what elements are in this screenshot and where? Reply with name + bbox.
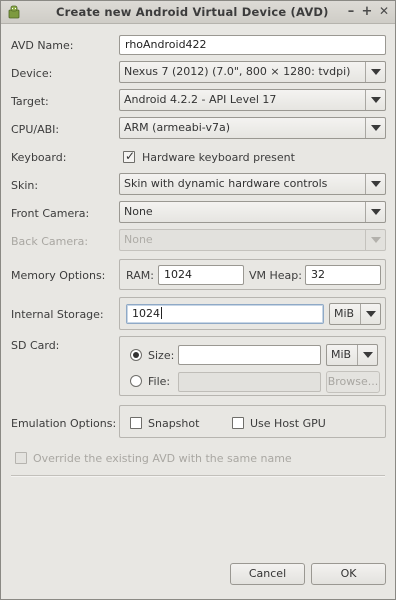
close-button[interactable]: ✕ [376,3,392,20]
avd-name-input[interactable]: rhoAndroid422 [119,35,386,55]
hardware-keyboard-checkbox[interactable]: ✓ [123,149,136,163]
device-dropdown-button[interactable] [365,62,385,82]
sd-size-unit-dropdown[interactable] [357,345,377,365]
separator [11,475,385,477]
memory-options-label: Memory Options: [11,269,106,282]
snapshot-checkbox[interactable] [130,417,142,429]
device-select[interactable]: Nexus 7 (2012) (7.0", 800 × 1280: tvdpi) [119,61,386,83]
internal-storage-label: Internal Storage: [11,308,104,321]
chevron-down-icon [371,69,381,75]
front-camera-label: Front Camera: [11,207,90,220]
target-label: Target: [11,95,49,108]
ram-label: RAM: [126,269,154,282]
sd-card-label: SD Card: [11,339,60,352]
cancel-button[interactable]: Cancel [230,563,305,585]
title-bar[interactable]: Create new Android Virtual Device (AVD) … [1,1,395,24]
front-camera-select[interactable]: None [119,201,386,223]
override-label: Override the existing AVD with the same … [33,452,292,465]
back-camera-label: Back Camera: [11,235,89,248]
keyboard-label: Keyboard: [11,151,67,164]
back-camera-value: None [124,233,153,246]
ok-button[interactable]: OK [311,563,386,585]
use-host-gpu-label[interactable]: Use Host GPU [250,417,326,430]
skin-value: Skin with dynamic hardware controls [124,177,328,190]
sd-size-radio[interactable] [130,349,142,361]
skin-label: Skin: [11,179,39,192]
front-camera-value: None [124,205,153,218]
skin-select[interactable]: Skin with dynamic hardware controls [119,173,386,195]
cpu-abi-select[interactable]: ARM (armeabi-v7a) [119,117,386,139]
target-select[interactable]: Android 4.2.2 - API Level 17 [119,89,386,111]
sd-file-input [178,372,321,392]
internal-storage-value: 1024 [132,307,160,320]
sd-size-label[interactable]: Size: [148,349,174,362]
memory-options-group: RAM: 1024 VM Heap: 32 [119,259,386,290]
chevron-down-icon [363,352,373,358]
avd-name-label: AVD Name: [11,39,74,52]
vm-heap-input[interactable]: 32 [305,265,381,285]
chevron-down-icon [366,311,376,317]
sd-file-radio[interactable] [130,375,142,387]
target-dropdown-button[interactable] [365,90,385,110]
text-caret [161,307,162,319]
radio-selected-dot [133,352,139,358]
cpu-abi-dropdown-button[interactable] [365,118,385,138]
chevron-down-icon [371,181,381,187]
chevron-down-icon [371,125,381,131]
sd-size-input[interactable] [178,345,321,365]
internal-storage-unit-dropdown[interactable] [360,304,380,324]
cpu-abi-label: CPU/ABI: [11,123,60,136]
front-camera-dropdown-button[interactable] [365,202,385,222]
emulation-options-group: Snapshot Use Host GPU [119,405,386,438]
emulation-options-label: Emulation Options: [11,417,117,430]
internal-storage-unit-select[interactable]: MiB [329,303,381,325]
device-label: Device: [11,67,53,80]
device-value: Nexus 7 (2012) (7.0", 800 × 1280: tvdpi) [124,65,351,78]
browse-button: Browse... [326,371,380,393]
chevron-down-icon [371,237,381,243]
chevron-down-icon [371,97,381,103]
avd-dialog-window: Create new Android Virtual Device (AVD) … [0,0,396,600]
checkmark-icon: ✓ [125,149,136,163]
maximize-button[interactable]: + [359,3,375,20]
override-checkbox [15,452,27,464]
window-title: Create new Android Virtual Device (AVD) [56,5,329,19]
chevron-down-icon [371,209,381,215]
sd-size-unit-value: MiB [331,348,352,361]
internal-storage-group: 1024 MiB [119,297,386,330]
sd-card-group: Size: MiB File: Browse... [119,336,386,396]
sd-size-unit-select[interactable]: MiB [326,344,378,366]
minimize-button[interactable]: – [343,3,359,20]
snapshot-label[interactable]: Snapshot [148,417,199,430]
internal-storage-input[interactable]: 1024 [126,304,324,324]
target-value: Android 4.2.2 - API Level 17 [124,93,277,106]
vm-heap-label: VM Heap: [249,269,302,282]
internal-storage-unit-value: MiB [334,307,355,320]
back-camera-select: None [119,229,386,251]
android-avd-icon [8,5,20,19]
ram-input[interactable]: 1024 [158,265,244,285]
hardware-keyboard-label[interactable]: Hardware keyboard present [142,151,295,164]
cpu-abi-value: ARM (armeabi-v7a) [124,121,230,134]
sd-file-label[interactable]: File: [148,375,170,388]
skin-dropdown-button[interactable] [365,174,385,194]
use-host-gpu-checkbox[interactable] [232,417,244,429]
back-camera-dropdown-button [365,230,385,250]
